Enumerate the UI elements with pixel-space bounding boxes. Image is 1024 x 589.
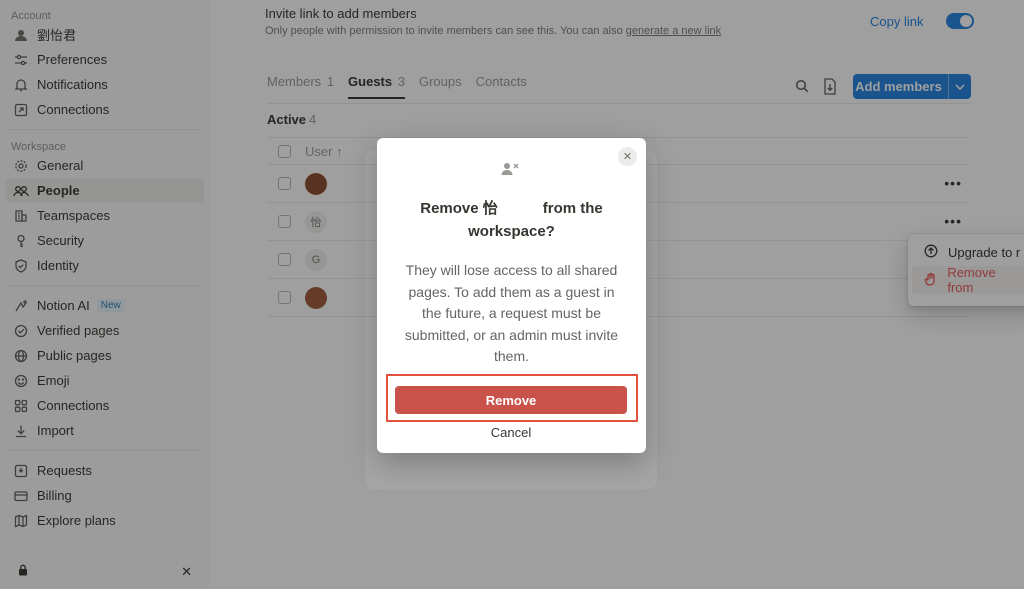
remove-button[interactable]: Remove bbox=[395, 386, 627, 414]
cancel-button[interactable]: Cancel bbox=[395, 422, 627, 442]
remove-user-icon bbox=[501, 161, 521, 177]
dialog-message: They will lose access to all shared page… bbox=[404, 262, 619, 364]
dialog-title: Remove 怡 from the workspace? bbox=[420, 200, 603, 240]
remove-guest-dialog: ✕ Remove 怡 from the workspace? They will… bbox=[377, 138, 646, 453]
close-icon[interactable]: ✕ bbox=[618, 147, 637, 166]
